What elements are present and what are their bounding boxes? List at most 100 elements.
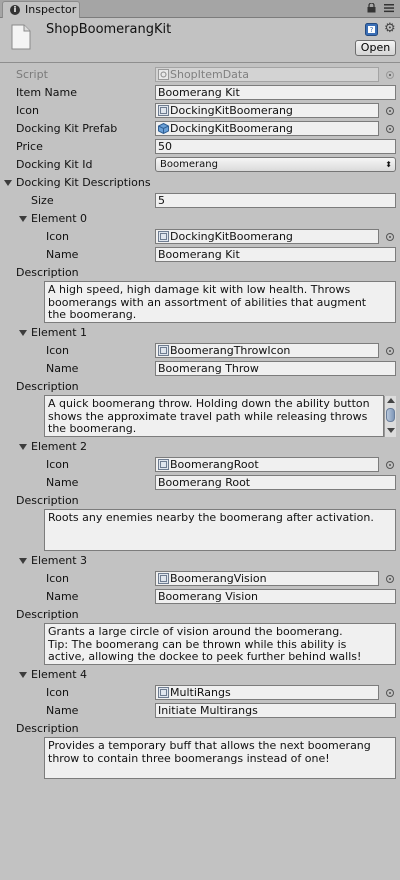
scroll-down-arrow-icon[interactable] bbox=[387, 428, 395, 433]
element-icon-value: MultiRangs bbox=[170, 686, 231, 699]
element-title[interactable]: Element 4 bbox=[31, 668, 87, 682]
element-icon-value: BoomerangThrowIcon bbox=[170, 344, 291, 357]
script-field: ShopItemData bbox=[155, 67, 379, 82]
element-description-label: Description bbox=[16, 494, 79, 507]
element-icon-value: BoomerangVision bbox=[170, 572, 267, 585]
sprite-icon bbox=[158, 231, 169, 242]
inspector-header: ShopBoomerangKit ? ⚙ Open bbox=[0, 18, 400, 61]
element-icon-label: Icon bbox=[46, 572, 69, 585]
element-foldout-arrow-icon[interactable] bbox=[19, 216, 27, 222]
element-icon-label: Icon bbox=[46, 230, 69, 243]
info-icon: i bbox=[10, 5, 20, 15]
element-title[interactable]: Element 1 bbox=[31, 326, 87, 340]
element-icon-label: Icon bbox=[46, 686, 69, 699]
icon-label: Icon bbox=[16, 104, 39, 117]
descriptions-foldout-arrow-icon[interactable] bbox=[4, 180, 12, 186]
script-picker-icon bbox=[386, 71, 394, 79]
element-icon-label: Icon bbox=[46, 344, 69, 357]
open-button[interactable]: Open bbox=[355, 40, 396, 56]
object-picker-icon[interactable] bbox=[386, 461, 394, 469]
element-foldout-arrow-icon[interactable] bbox=[19, 444, 27, 450]
element-foldout-arrow-icon[interactable] bbox=[19, 672, 27, 678]
icon-value: DockingKitBoomerang bbox=[170, 104, 293, 117]
tab-inspector-label: Inspector bbox=[25, 3, 77, 16]
object-picker-icon[interactable] bbox=[386, 689, 394, 697]
element-description-label: Description bbox=[16, 722, 79, 735]
element-title[interactable]: Element 2 bbox=[31, 440, 87, 454]
script-label: Script bbox=[16, 68, 48, 81]
inspector-tab-bar: i Inspector bbox=[0, 0, 400, 18]
prefab-label: Docking Kit Prefab bbox=[16, 122, 118, 135]
header-divider bbox=[0, 62, 400, 63]
element-name-label: Name bbox=[46, 590, 79, 603]
item-name-label: Item Name bbox=[16, 86, 77, 99]
prefab-value: DockingKitBoomerang bbox=[170, 122, 293, 135]
element-icon-value: BoomerangRoot bbox=[170, 458, 259, 471]
kit-id-label: Docking Kit Id bbox=[16, 158, 93, 171]
help-book-icon[interactable]: ? bbox=[365, 23, 378, 36]
menu-icon[interactable] bbox=[383, 2, 395, 14]
element-name-input[interactable]: Boomerang Throw bbox=[155, 361, 396, 376]
element-foldout-arrow-icon[interactable] bbox=[19, 330, 27, 336]
scroll-up-arrow-icon[interactable] bbox=[387, 398, 395, 403]
element-icon-value: DockingKitBoomerang bbox=[170, 230, 293, 243]
sprite-icon bbox=[158, 105, 169, 116]
element-description-label: Description bbox=[16, 266, 79, 279]
element-name-label: Name bbox=[46, 704, 79, 717]
description-scrollbar[interactable] bbox=[384, 396, 396, 437]
sprite-icon bbox=[158, 573, 169, 584]
object-picker-icon[interactable] bbox=[386, 575, 394, 583]
dropdown-arrows-icon: ⬍ bbox=[385, 160, 392, 169]
element-foldout-arrow-icon[interactable] bbox=[19, 558, 27, 564]
element-title[interactable]: Element 3 bbox=[31, 554, 87, 568]
prefab-object-field[interactable]: DockingKitBoomerang bbox=[155, 121, 379, 136]
asset-title: ShopBoomerangKit bbox=[46, 22, 172, 37]
object-picker-icon[interactable] bbox=[386, 107, 394, 115]
element-description-textarea[interactable]: A quick boomerang throw. Holding down th… bbox=[44, 395, 384, 437]
item-name-input[interactable]: Boomerang Kit bbox=[155, 85, 396, 100]
kit-id-dropdown[interactable]: Boomerang ⬍ bbox=[155, 157, 396, 172]
element-description-textarea[interactable]: Roots any enemies nearby the boomerang a… bbox=[44, 509, 396, 551]
object-picker-icon[interactable] bbox=[386, 347, 394, 355]
element-description-textarea[interactable]: Grants a large circle of vision around t… bbox=[44, 623, 396, 665]
icon-object-field[interactable]: DockingKitBoomerang bbox=[155, 103, 379, 118]
element-description-textarea[interactable]: A high speed, high damage kit with low h… bbox=[44, 281, 396, 323]
sprite-icon bbox=[158, 345, 169, 356]
gear-icon[interactable]: ⚙ bbox=[384, 22, 397, 35]
object-picker-icon[interactable] bbox=[386, 233, 394, 241]
size-input[interactable]: 5 bbox=[155, 193, 396, 208]
scrollbar-thumb[interactable] bbox=[386, 408, 395, 422]
element-icon-field[interactable]: BoomerangVision bbox=[155, 571, 379, 586]
element-description-label: Description bbox=[16, 608, 79, 621]
element-name-label: Name bbox=[46, 476, 79, 489]
element-icon-field[interactable]: DockingKitBoomerang bbox=[155, 229, 379, 244]
sprite-icon bbox=[158, 459, 169, 470]
element-icon-field[interactable]: BoomerangRoot bbox=[155, 457, 379, 472]
element-name-input[interactable]: Boomerang Root bbox=[155, 475, 396, 490]
element-name-label: Name bbox=[46, 362, 79, 375]
element-name-input[interactable]: Initiate Multirangs bbox=[155, 703, 396, 718]
element-title[interactable]: Element 0 bbox=[31, 212, 87, 226]
element-name-input[interactable]: Boomerang Kit bbox=[155, 247, 396, 262]
svg-text:?: ? bbox=[370, 26, 374, 34]
kit-id-value: Boomerang bbox=[160, 159, 218, 170]
tab-inspector[interactable]: i Inspector bbox=[2, 1, 80, 18]
descriptions-label[interactable]: Docking Kit Descriptions bbox=[16, 176, 151, 190]
price-input[interactable]: 50 bbox=[155, 139, 396, 154]
element-icon-field[interactable]: BoomerangThrowIcon bbox=[155, 343, 379, 358]
sprite-icon bbox=[158, 687, 169, 698]
element-description-textarea[interactable]: Provides a temporary buff that allows th… bbox=[44, 737, 396, 779]
object-picker-icon[interactable] bbox=[386, 125, 394, 133]
script-asset-icon bbox=[158, 69, 169, 80]
script-value: ShopItemData bbox=[170, 68, 249, 81]
element-icon-label: Icon bbox=[46, 458, 69, 471]
size-label: Size bbox=[31, 194, 54, 207]
element-description-label: Description bbox=[16, 380, 79, 393]
prefab-cube-icon bbox=[158, 123, 169, 134]
element-name-input[interactable]: Boomerang Vision bbox=[155, 589, 396, 604]
price-label: Price bbox=[16, 140, 43, 153]
lock-icon[interactable] bbox=[367, 3, 376, 13]
scriptable-object-file-icon bbox=[11, 24, 31, 50]
element-icon-field[interactable]: MultiRangs bbox=[155, 685, 379, 700]
element-name-label: Name bbox=[46, 248, 79, 261]
